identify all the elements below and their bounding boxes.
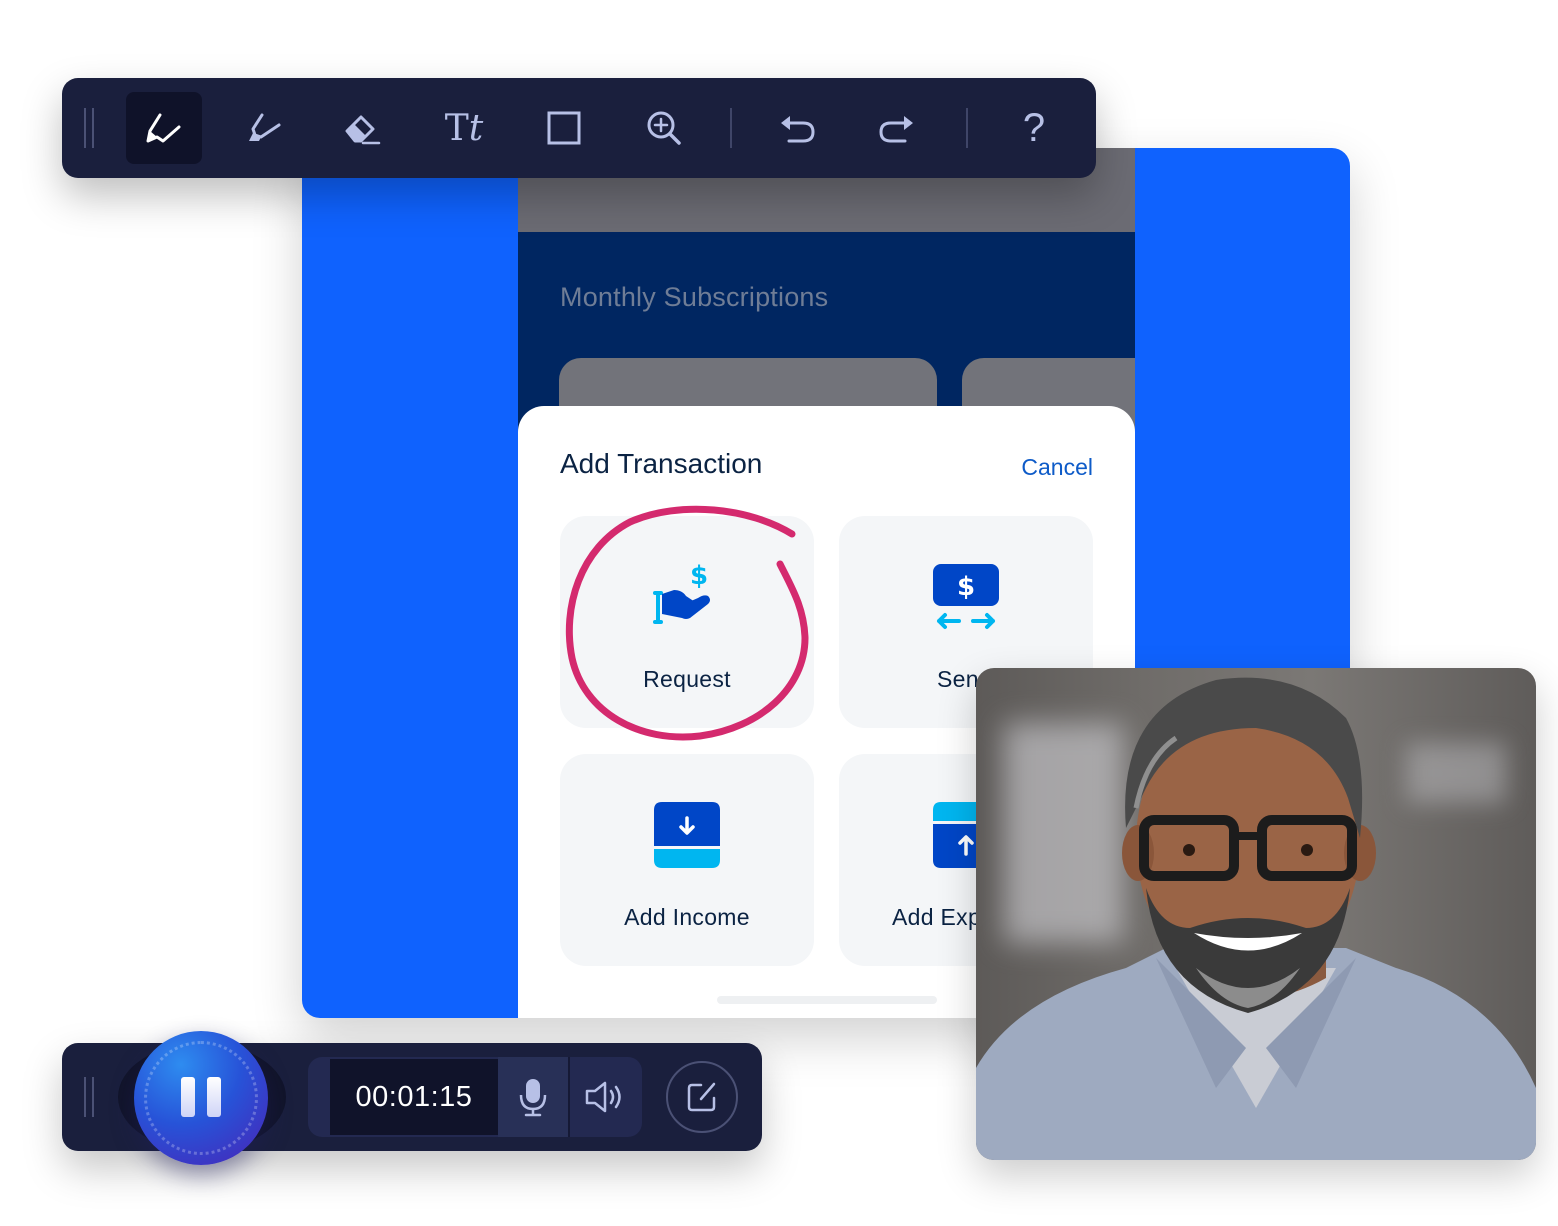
eraser-tool-button[interactable] (324, 92, 400, 164)
add-income-label: Add Income (624, 904, 750, 930)
webcam-feed (976, 668, 1536, 1160)
undo-button[interactable] (760, 92, 836, 164)
add-income-icon (654, 802, 720, 873)
text-tool-button[interactable]: Tt (426, 92, 502, 164)
svg-text:$: $ (690, 561, 708, 591)
svg-text:$: $ (957, 572, 975, 602)
highlighter-icon (249, 113, 281, 141)
eraser-icon (345, 115, 381, 145)
elapsed-timer: 00:01:15 (330, 1059, 498, 1135)
home-indicator (717, 996, 937, 1004)
presenter-video (976, 677, 1536, 1160)
zoom-in-icon (647, 111, 681, 145)
section-title: Monthly Subscriptions (560, 282, 829, 312)
text-icon: Tt (444, 107, 484, 149)
speaker-icon (585, 1081, 621, 1113)
annotate-toggle-button[interactable] (666, 1061, 738, 1133)
highlighter-tool-button[interactable] (226, 92, 302, 164)
toolbar-divider (966, 108, 968, 148)
annotation-toolbar: Tt ? (62, 78, 1096, 178)
mic-icon (519, 1079, 547, 1117)
recording-controls: 00:01:15 (62, 1031, 762, 1165)
zoom-tool-button[interactable] (626, 92, 702, 164)
sheet-title: Add Transaction (560, 448, 763, 479)
pause-recording-button[interactable] (134, 1031, 268, 1165)
rectangle-tool-button[interactable] (526, 92, 602, 164)
request-label: Request (643, 666, 731, 692)
request-money-icon: $ (652, 558, 722, 629)
pen-icon (146, 113, 181, 143)
add-income-option[interactable]: Add Income (560, 754, 814, 966)
toolbar-divider (730, 108, 732, 148)
drag-handle[interactable] (84, 108, 94, 148)
rectangle-icon (547, 111, 581, 145)
cancel-button[interactable]: Cancel (1021, 454, 1093, 481)
speaker-toggle[interactable] (570, 1057, 640, 1137)
send-money-icon: $ (933, 564, 999, 635)
recording-status-group: 00:01:15 (308, 1057, 642, 1137)
help-icon: ? (1022, 105, 1046, 150)
request-option[interactable]: $ Request (560, 516, 814, 728)
help-button[interactable]: ? (996, 92, 1072, 164)
undo-icon (781, 116, 815, 143)
microphone-toggle[interactable] (498, 1057, 568, 1137)
redo-button[interactable] (858, 92, 934, 164)
edit-icon (687, 1082, 716, 1112)
redo-icon (879, 116, 913, 143)
drag-handle[interactable] (84, 1077, 94, 1117)
pen-tool-button[interactable] (126, 92, 202, 164)
